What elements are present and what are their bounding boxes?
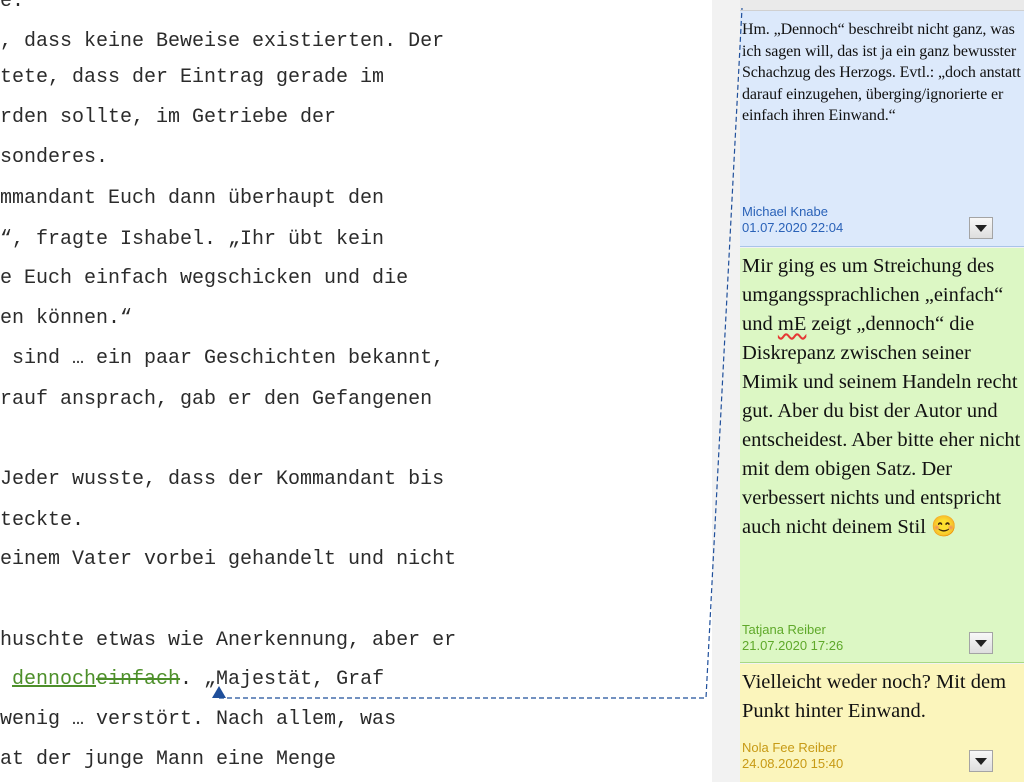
text-line: at der junge Mann eine Menge xyxy=(0,748,337,771)
comment-meta: Nola Fee Reiber 24.08.2020 15:40 xyxy=(742,740,843,772)
text-line: sonderes. xyxy=(0,146,109,169)
comment-gutter xyxy=(712,0,740,782)
comment-text-span: zeigt „dennoch“ die Diskrepanz zwischen … xyxy=(742,313,1021,538)
comment-menu-button[interactable] xyxy=(969,632,993,654)
text-line: teckte. xyxy=(0,509,85,532)
text-line: “, fragte Ishabel. „Ihr übt kein xyxy=(0,228,385,251)
comment-anchor-icon[interactable] xyxy=(212,686,226,698)
text-line: mmandant Euch dann überhaupt den xyxy=(0,187,385,210)
comment-date: 01.07.2020 22:04 xyxy=(742,220,844,235)
document-page[interactable]: e. , dass keine Beweise existierten. Der… xyxy=(0,0,712,782)
text-line: rden sollte, im Getriebe der xyxy=(0,106,337,129)
comment-author: Tatjana Reiber xyxy=(742,622,826,637)
comment-card[interactable]: Vielleicht weder noch? Mit dem Punkt hin… xyxy=(740,664,1024,782)
comment-menu-button[interactable] xyxy=(969,750,993,772)
text-line: , dass keine Beweise existierten. Der xyxy=(0,30,445,53)
text-line: e Euch einfach wegschicken und die xyxy=(0,267,409,290)
comments-sidebar: Hm. „Dennoch“ beschreibt nicht ganz, was… xyxy=(740,0,1024,782)
comment-date: 24.08.2020 15:40 xyxy=(742,756,844,771)
comment-text: Vielleicht weder noch? Mit dem Punkt hin… xyxy=(742,671,1007,722)
chevron-down-icon xyxy=(975,224,987,232)
comment-card[interactable]: Hm. „Dennoch“ beschreibt nicht ganz, was… xyxy=(740,11,1024,247)
text-line: Jeder wusste, dass der Kommandant bis xyxy=(0,468,445,491)
text-line: rauf ansprach, gab er den Gefangenen xyxy=(0,388,433,411)
spellcheck-flagged-word[interactable]: mE xyxy=(778,313,806,335)
comment-text: Mir ging es um Streichung des umgangsspr… xyxy=(742,248,1024,542)
comment-meta: Tatjana Reiber 21.07.2020 17:26 xyxy=(742,622,843,654)
text-line: tete, dass der Eintrag gerade im xyxy=(0,66,385,89)
chevron-down-icon xyxy=(975,639,987,647)
comment-author: Nola Fee Reiber xyxy=(742,740,837,755)
comment-meta: Michael Knabe 01.07.2020 22:04 xyxy=(742,204,843,236)
comment-menu-button[interactable] xyxy=(969,217,993,239)
sidebar-top-strip xyxy=(740,0,1024,11)
comment-card[interactable]: Mir ging es um Streichung des umgangsspr… xyxy=(740,248,1024,663)
text-line: einem Vater vorbei gehandelt und nicht xyxy=(0,548,457,571)
text-line: en können.“ xyxy=(0,307,133,330)
tracked-deletion[interactable]: einfach xyxy=(96,668,180,691)
tracked-insertion[interactable]: dennoch xyxy=(12,668,96,691)
chevron-down-icon xyxy=(975,757,987,765)
comment-date: 21.07.2020 17:26 xyxy=(742,638,844,653)
tracked-change-line: dennocheinfach. „Majestät, Graf xyxy=(0,668,384,692)
text-span xyxy=(0,668,12,691)
text-line: e. xyxy=(0,0,25,13)
text-line: sind … ein paar Geschichten bekannt, xyxy=(0,347,445,370)
comment-text: Hm. „Dennoch“ beschreibt nicht ganz, was… xyxy=(742,21,1021,124)
text-line: wenig … verstört. Nach allem, was xyxy=(0,708,397,731)
text-line: huschte etwas wie Anerkennung, aber er xyxy=(0,629,457,652)
text-span: . „Majestät, Graf xyxy=(180,668,385,691)
comment-author: Michael Knabe xyxy=(742,204,828,219)
